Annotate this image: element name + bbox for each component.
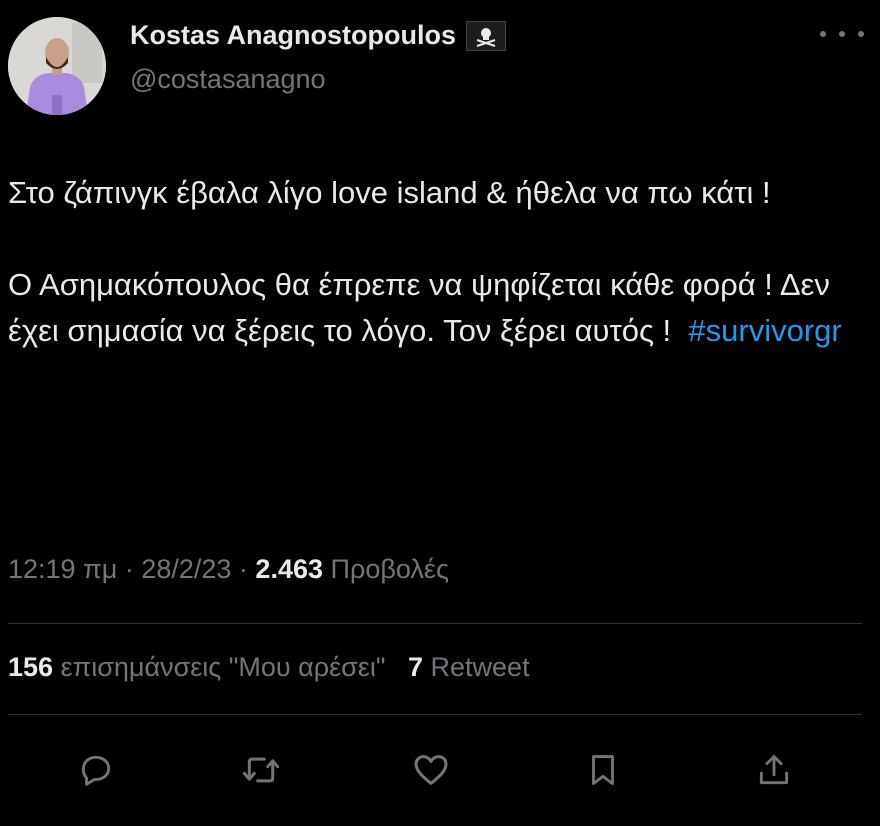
- likes-label: επισημάνσεις "Μου αρέσει": [60, 652, 386, 682]
- more-dot-icon: [820, 31, 826, 37]
- separator-dot: ·: [124, 554, 134, 584]
- views-count: 2.463: [255, 554, 323, 584]
- reply-button[interactable]: [64, 738, 128, 802]
- more-dot-icon: [858, 31, 864, 37]
- avatar-photo: [8, 17, 106, 115]
- author-handle[interactable]: @costasanagno: [130, 64, 326, 95]
- bookmark-icon: [592, 755, 614, 785]
- retweets-stat[interactable]: 7 Retweet: [408, 652, 530, 682]
- tweet-paragraph: Ο Ασημακόπουλος θα έπρεπε να ψηφίζεται κ…: [8, 262, 858, 354]
- separator-dot: ·: [238, 554, 248, 584]
- retweet-icon: [242, 757, 280, 783]
- like-button[interactable]: [399, 738, 463, 802]
- share-button[interactable]: [742, 738, 806, 802]
- more-options-button[interactable]: [820, 22, 864, 46]
- action-bar: [0, 738, 880, 802]
- tweet-time[interactable]: 12:19 πμ: [8, 554, 117, 584]
- views-label: Προβολές: [330, 554, 449, 584]
- avatar[interactable]: [8, 17, 106, 115]
- retweets-count: 7: [407, 652, 424, 682]
- divider: [8, 623, 862, 624]
- tweet-date[interactable]: 28/2/23: [141, 554, 231, 584]
- bookmark-button[interactable]: [571, 738, 635, 802]
- heart-icon: [414, 755, 448, 785]
- tweet-text: Στο ζάπινγκ έβαλα λίγο love island & ήθε…: [8, 170, 858, 354]
- likes-stat[interactable]: 156 επισημάνσεις "Μου αρέσει": [8, 652, 393, 682]
- tweet-paragraph-text: Στο ζάπινγκ έβαλα λίγο love island & ήθε…: [8, 175, 771, 210]
- author-display-name[interactable]: Kostas Anagnostopoulos: [130, 20, 456, 51]
- more-dot-icon: [839, 31, 845, 37]
- engagement-stats: 156 επισημάνσεις "Μου αρέσει" 7 Retweet: [8, 652, 530, 683]
- author-name-row[interactable]: Kostas Anagnostopoulos: [130, 20, 507, 51]
- retweets-label: Retweet: [430, 652, 530, 682]
- hashtag-link[interactable]: #survivorgr: [688, 313, 841, 348]
- pirate-flag-icon: [466, 20, 507, 51]
- tweet-metadata: 12:19 πμ · 28/2/23 · 2.463 Προβολές: [8, 554, 449, 585]
- share-icon: [759, 755, 789, 785]
- divider: [8, 714, 862, 715]
- retweet-button[interactable]: [229, 738, 293, 802]
- tweet-paragraph: Στο ζάπινγκ έβαλα λίγο love island & ήθε…: [8, 170, 858, 216]
- likes-count: 156: [8, 652, 54, 682]
- reply-icon: [81, 755, 111, 786]
